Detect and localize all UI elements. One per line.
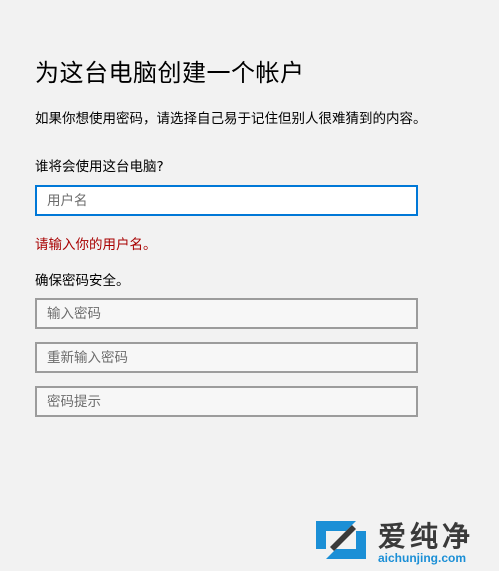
reenter-password-input[interactable] [35, 342, 418, 373]
secure-password-label: 确保密码安全。 [35, 273, 130, 289]
username-input[interactable] [35, 185, 418, 216]
watermark: 爱纯净 aichunjing.com [306, 515, 496, 567]
password-input[interactable] [35, 298, 418, 329]
watermark-brand-text: 爱纯净 [378, 520, 475, 553]
who-will-use-label: 谁将会使用这台电脑? [35, 159, 164, 175]
password-hint-input[interactable] [35, 386, 418, 417]
page-title: 为这台电脑创建一个帐户 [35, 59, 305, 87]
page-subtitle: 如果你想使用密码，请选择自己易于记住但别人很难猜到的内容。 [35, 111, 427, 127]
username-error-message: 请输入你的用户名。 [35, 237, 157, 253]
watermark-logo-icon [316, 521, 366, 559]
watermark-url: aichunjing.com [378, 551, 467, 565]
